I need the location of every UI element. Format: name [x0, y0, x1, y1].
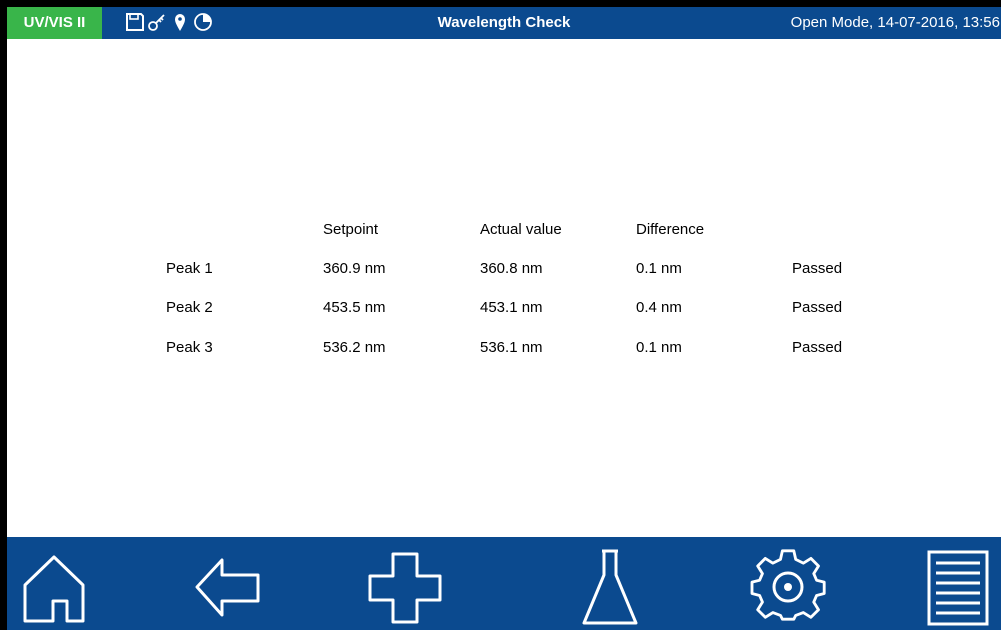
- column-header-difference: Difference: [636, 221, 705, 238]
- flask-button[interactable]: [562, 537, 662, 630]
- column-header-actual-value: Actual value: [480, 221, 562, 238]
- menu-list-icon: [927, 550, 989, 626]
- difference-value: 0.1 nm: [636, 339, 682, 356]
- back-arrow-icon: [195, 558, 260, 617]
- difference-value: 0.1 nm: [636, 260, 682, 277]
- actual-value: 360.8 nm: [480, 260, 543, 277]
- menu-button[interactable]: [912, 537, 1001, 630]
- back-button[interactable]: [182, 537, 282, 630]
- status-text: Passed: [792, 339, 843, 356]
- setpoint-value: 360.9 nm: [323, 260, 386, 277]
- row-label: Peak 1: [166, 260, 213, 277]
- settings-button[interactable]: [742, 537, 852, 630]
- wavelength-results-table: Setpoint Actual value Difference Peak 1 …: [7, 7, 1001, 537]
- actual-value: 536.1 nm: [480, 339, 543, 356]
- home-icon: [23, 555, 85, 623]
- actual-value: 453.1 nm: [480, 299, 543, 316]
- status-text: Passed: [792, 299, 843, 316]
- row-label: Peak 3: [166, 339, 213, 356]
- add-button[interactable]: [357, 537, 457, 630]
- app-window: UV/VIS II Wavelength Check Open Mode, 14…: [7, 7, 1001, 630]
- setpoint-value: 536.2 nm: [323, 339, 386, 356]
- plus-icon: [368, 552, 442, 624]
- difference-value: 0.4 nm: [636, 299, 682, 316]
- bottom-nav-bar: [7, 537, 1001, 630]
- column-header-setpoint: Setpoint: [323, 221, 379, 238]
- setpoint-value: 453.5 nm: [323, 299, 386, 316]
- row-label: Peak 2: [166, 299, 213, 316]
- flask-icon: [582, 549, 638, 625]
- settings-gear-icon: [750, 549, 826, 621]
- status-text: Passed: [792, 260, 843, 277]
- home-button[interactable]: [7, 537, 117, 630]
